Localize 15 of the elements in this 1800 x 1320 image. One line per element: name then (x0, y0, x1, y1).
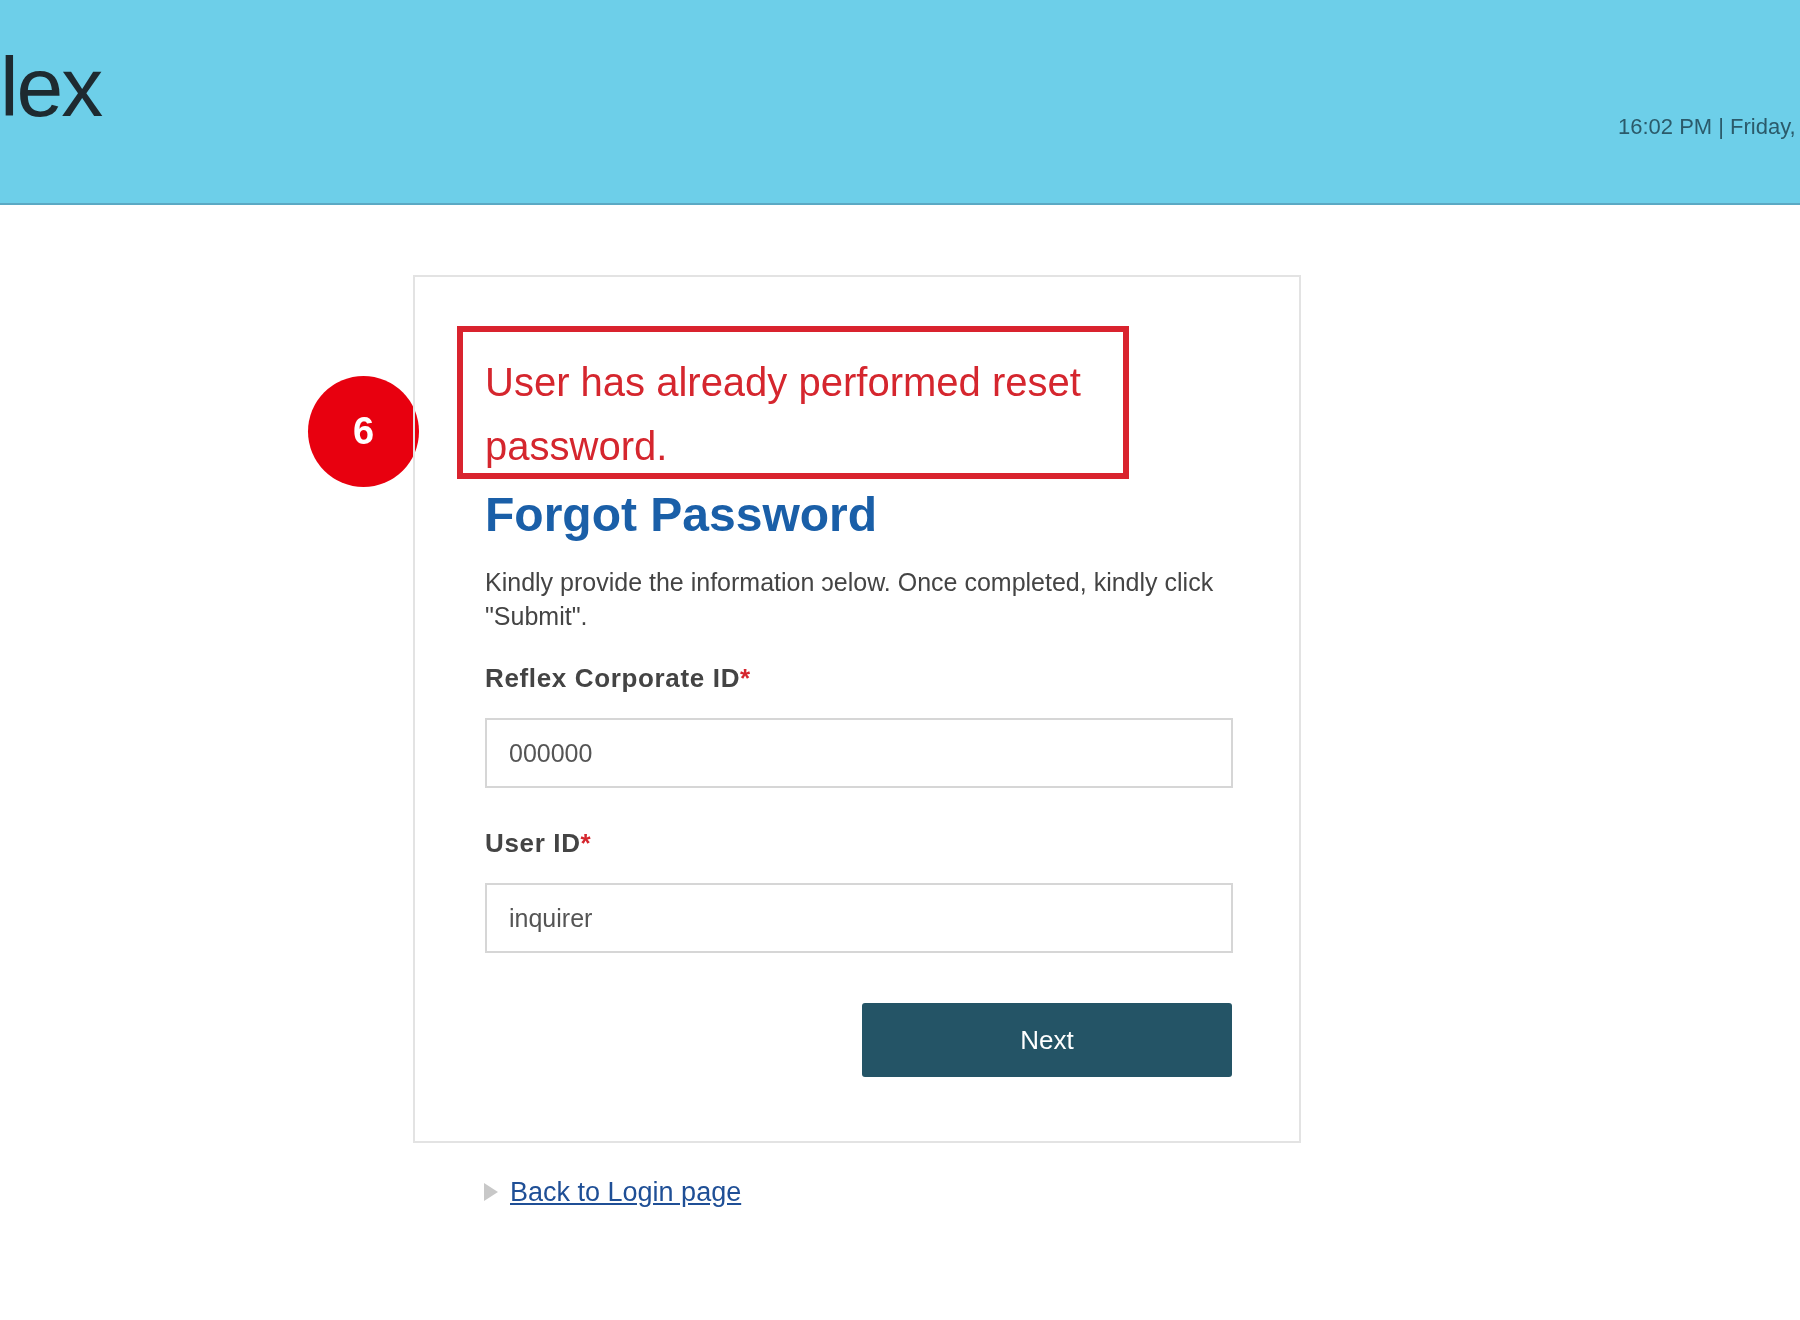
error-message: User has already performed reset password. (457, 326, 1129, 479)
required-mark: * (580, 827, 592, 860)
logo-text: lex (0, 45, 102, 129)
back-to-login-link[interactable]: Back to Login page (510, 1172, 742, 1213)
instructions-text: Kindly provide the information ɔelow. Once completed, kindly click "Submit". (485, 567, 1215, 632)
required-mark: * (740, 662, 751, 695)
input-field[interactable]: 000000 (485, 718, 1233, 788)
date-time: 16:02 PM | Friday, (1618, 113, 1796, 141)
input-field[interactable]: inquirer (485, 883, 1233, 953)
field-label: User ID (485, 827, 581, 860)
field-label: Reflex Corporate ID (485, 662, 741, 695)
next-button[interactable]: Next (862, 1003, 1232, 1077)
form-title: Forgot Password (485, 487, 879, 543)
step-badge: 6 (308, 376, 419, 487)
arrow-icon (484, 1183, 498, 1202)
